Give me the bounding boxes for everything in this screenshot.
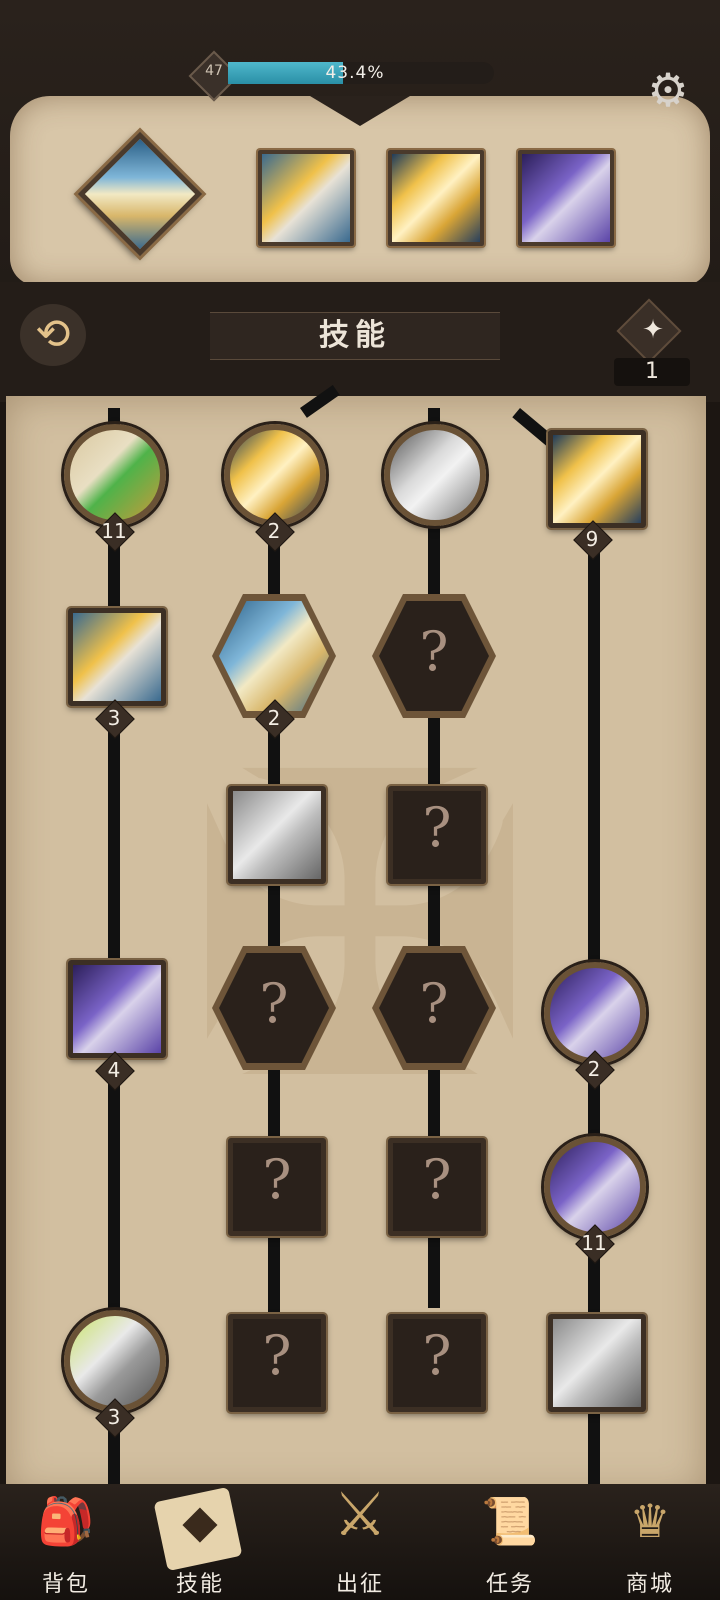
skill-book-icon: ◆ [182,1494,218,1548]
nav-item-expedition[interactable]: ⚔ 出征 [300,1470,420,1597]
equipped-skill-2[interactable] [258,150,354,246]
skill-node[interactable] [544,962,646,1064]
scroll-icon: 📜 [481,1494,539,1548]
nav-item-shop[interactable]: ♛ 商城 [590,1484,710,1600]
equipped-skill-4[interactable] [518,150,614,246]
skill-level: 3 [107,1405,121,1429]
locked-question-icon: ? [419,972,449,1035]
locked-question-icon: ? [422,1148,452,1211]
skill-node[interactable] [544,1136,646,1238]
skill-level: 9 [585,527,599,551]
nav-label: 背包 [41,1572,90,1597]
skill-node[interactable] [68,960,166,1058]
skill-points-count: 1 [645,359,659,384]
skill-level: 11 [101,519,127,543]
nav-item-quests[interactable]: 📜 任务 [450,1484,570,1600]
locked-question-icon: ? [262,1148,292,1211]
nav-item-backpack[interactable]: 🎒 背包 [6,1484,126,1600]
sword-banner-icon: ⚔ [333,1480,387,1550]
skill-node[interactable] [548,430,646,528]
shop-crown-icon: ♛ [629,1494,671,1548]
locked-question-icon: ? [262,1324,292,1387]
nav-label: 出征 [335,1572,384,1597]
xp-percent-text: 43.4% [325,63,385,83]
skill-level: 4 [107,1058,121,1082]
level-text: 47 [205,63,223,79]
skill-level: 2 [267,706,281,730]
skill-node[interactable] [384,424,486,526]
skill-node[interactable] [228,786,326,884]
nav-label: 技能 [175,1572,224,1597]
skill-point-star-icon: ✦ [642,315,664,345]
skill-node[interactable] [64,1310,166,1412]
board-emblem-icon: ✠ [184,685,536,1174]
skill-level: 3 [107,706,121,730]
skill-node[interactable] [68,608,166,706]
backpack-icon: 🎒 [37,1494,95,1548]
locked-question-icon: ? [419,620,449,683]
equipped-skill-3[interactable] [388,150,484,246]
refresh-arrows-icon[interactable]: ⟲ [20,304,86,366]
nav-item-skills[interactable]: ◆ 技能 [140,1484,260,1600]
locked-question-icon: ? [422,796,452,859]
skill-node[interactable] [224,424,326,526]
locked-question-icon: ? [422,1324,452,1387]
skill-level: 2 [587,1057,601,1081]
skill-node[interactable] [64,424,166,526]
nav-label: 任务 [485,1572,534,1597]
skill-node[interactable] [548,1314,646,1412]
locked-question-icon: ? [259,972,289,1035]
gear-icon[interactable]: ⚙ [640,62,696,118]
skill-level: 2 [267,519,281,543]
nav-label: 商城 [625,1572,674,1597]
page-title: 技能 [319,318,391,353]
skill-level: 11 [581,1231,607,1255]
